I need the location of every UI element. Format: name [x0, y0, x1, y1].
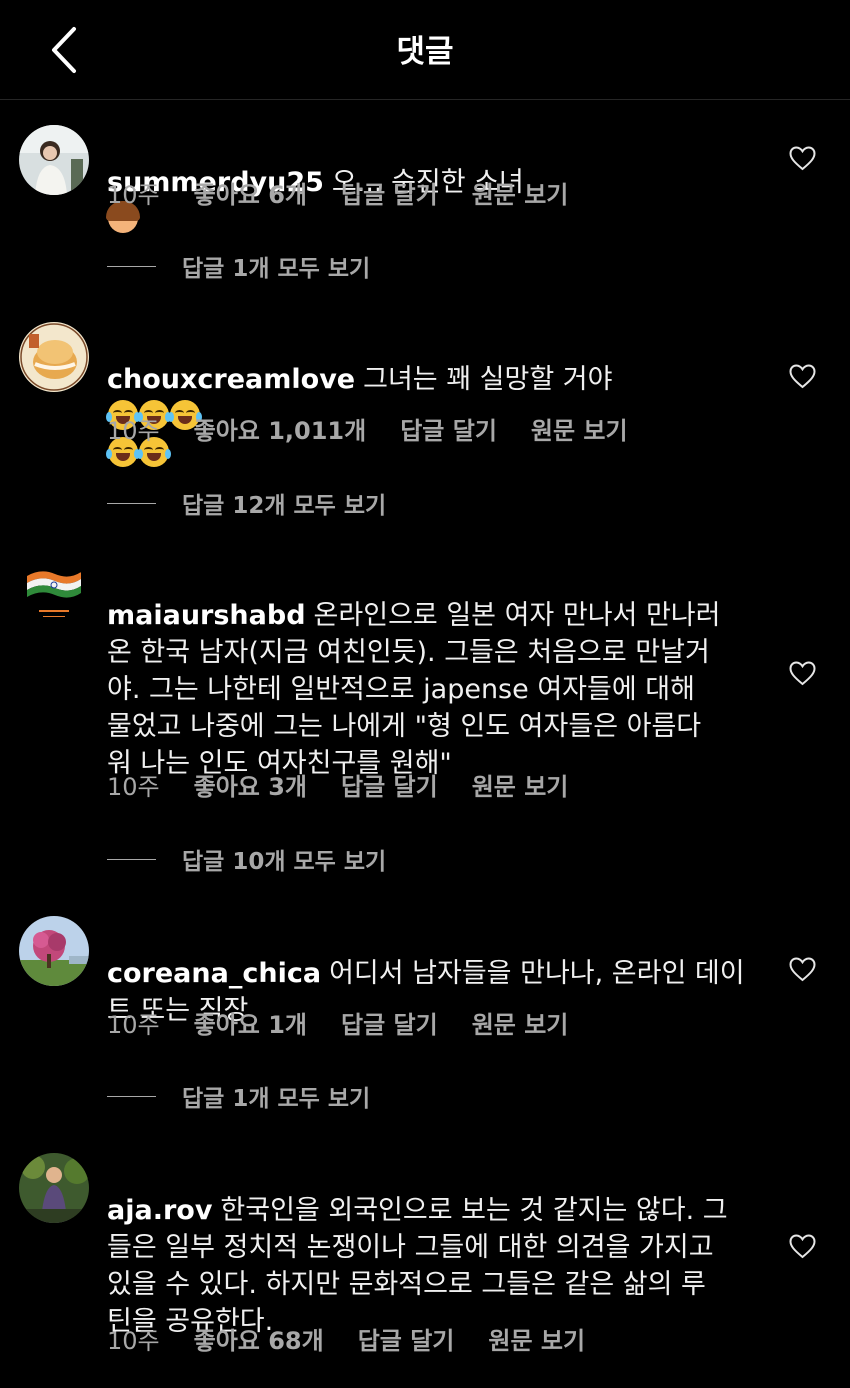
reply-button[interactable]: 답글 달기: [400, 411, 497, 446]
view-replies-label: 답글 12개 모두 보기: [182, 493, 387, 519]
see-original-button[interactable]: 원문 보기: [488, 1321, 585, 1356]
comment-text: aja.rov 한국인을 외국인으로 보는 것 같지는 않다. 그 들은 일부 정…: [107, 1155, 757, 1340]
page-title: 댓글: [396, 34, 454, 70]
comment-meta: 10주 좋아요 3개 답글 달기 원문 보기: [107, 766, 602, 802]
comment-username[interactable]: maiaurshabd: [107, 600, 306, 631]
comment-username[interactable]: aja.rov: [107, 1195, 212, 1226]
comment-meta: 10주 좋아요 1개 답글 달기 원문 보기: [107, 1004, 602, 1040]
see-original-button[interactable]: 원문 보기: [472, 767, 569, 802]
reply-button[interactable]: 답글 달기: [341, 767, 438, 802]
comment-username[interactable]: chouxcreamlove: [107, 364, 355, 395]
view-replies-button[interactable]: 답글 1개 모두 보기: [107, 1079, 370, 1113]
comment-time: 10주: [107, 1326, 160, 1355]
see-original-button[interactable]: 원문 보기: [472, 175, 569, 210]
comment-body: 그녀는 꽤 실망할 거야: [363, 364, 613, 395]
comment-text: maiaurshabd 온라인으로 일본 여자 만나서 만나러 온 한국 남자(지…: [107, 560, 757, 782]
header-bar: 댓글: [0, 0, 850, 100]
divider-line: [107, 265, 156, 267]
heart-icon[interactable]: [789, 957, 816, 982]
heart-icon[interactable]: [789, 364, 816, 389]
divider-line: [107, 858, 156, 860]
view-replies-label: 답글 1개 모두 보기: [182, 1086, 371, 1112]
comment-time: 10주: [107, 772, 160, 801]
comment-meta: 10주 좋아요 68개 답글 달기 원문 보기: [107, 1320, 619, 1356]
comment-time: 10주: [107, 180, 160, 209]
comment-text: chouxcreamlove 그녀는 꽤 실망할 거야: [106, 324, 757, 472]
divider-line: [107, 1095, 156, 1097]
divider-line: [107, 502, 156, 504]
like-count[interactable]: 좋아요 3개: [194, 767, 307, 802]
view-replies-button[interactable]: 답글 12개 모두 보기: [107, 486, 386, 520]
avatar[interactable]: [19, 125, 89, 195]
heart-icon[interactable]: [789, 146, 816, 171]
view-replies-label: 답글 1개 모두 보기: [182, 256, 371, 282]
comment-meta: 10주 좋아요 6개 답글 달기 원문 보기: [107, 174, 602, 210]
like-count[interactable]: 좋아요 1,011개: [194, 411, 367, 446]
comment-username[interactable]: coreana_chica: [107, 958, 321, 989]
like-count[interactable]: 좋아요 6개: [194, 175, 307, 210]
reply-button[interactable]: 답글 달기: [341, 175, 438, 210]
heart-icon[interactable]: [789, 1234, 816, 1259]
reply-button[interactable]: 답글 달기: [358, 1321, 455, 1356]
see-original-button[interactable]: 원문 보기: [472, 1005, 569, 1040]
heart-icon[interactable]: [789, 661, 816, 686]
like-count[interactable]: 좋아요 68개: [194, 1321, 324, 1356]
view-replies-button[interactable]: 답글 10개 모두 보기: [107, 842, 386, 876]
avatar[interactable]: [19, 560, 89, 630]
view-replies-label: 답글 10개 모두 보기: [182, 849, 387, 875]
comment-time: 10주: [107, 416, 160, 445]
avatar[interactable]: [19, 916, 89, 986]
comment-time: 10주: [107, 1010, 160, 1039]
see-original-button[interactable]: 원문 보기: [531, 411, 628, 446]
like-count[interactable]: 좋아요 1개: [194, 1005, 307, 1040]
view-replies-button[interactable]: 답글 1개 모두 보기: [107, 249, 370, 283]
reply-button[interactable]: 답글 달기: [341, 1005, 438, 1040]
avatar[interactable]: [19, 322, 89, 392]
comment-meta: 10주 좋아요 1,011개 답글 달기 원문 보기: [107, 410, 662, 446]
avatar[interactable]: [19, 1153, 89, 1223]
